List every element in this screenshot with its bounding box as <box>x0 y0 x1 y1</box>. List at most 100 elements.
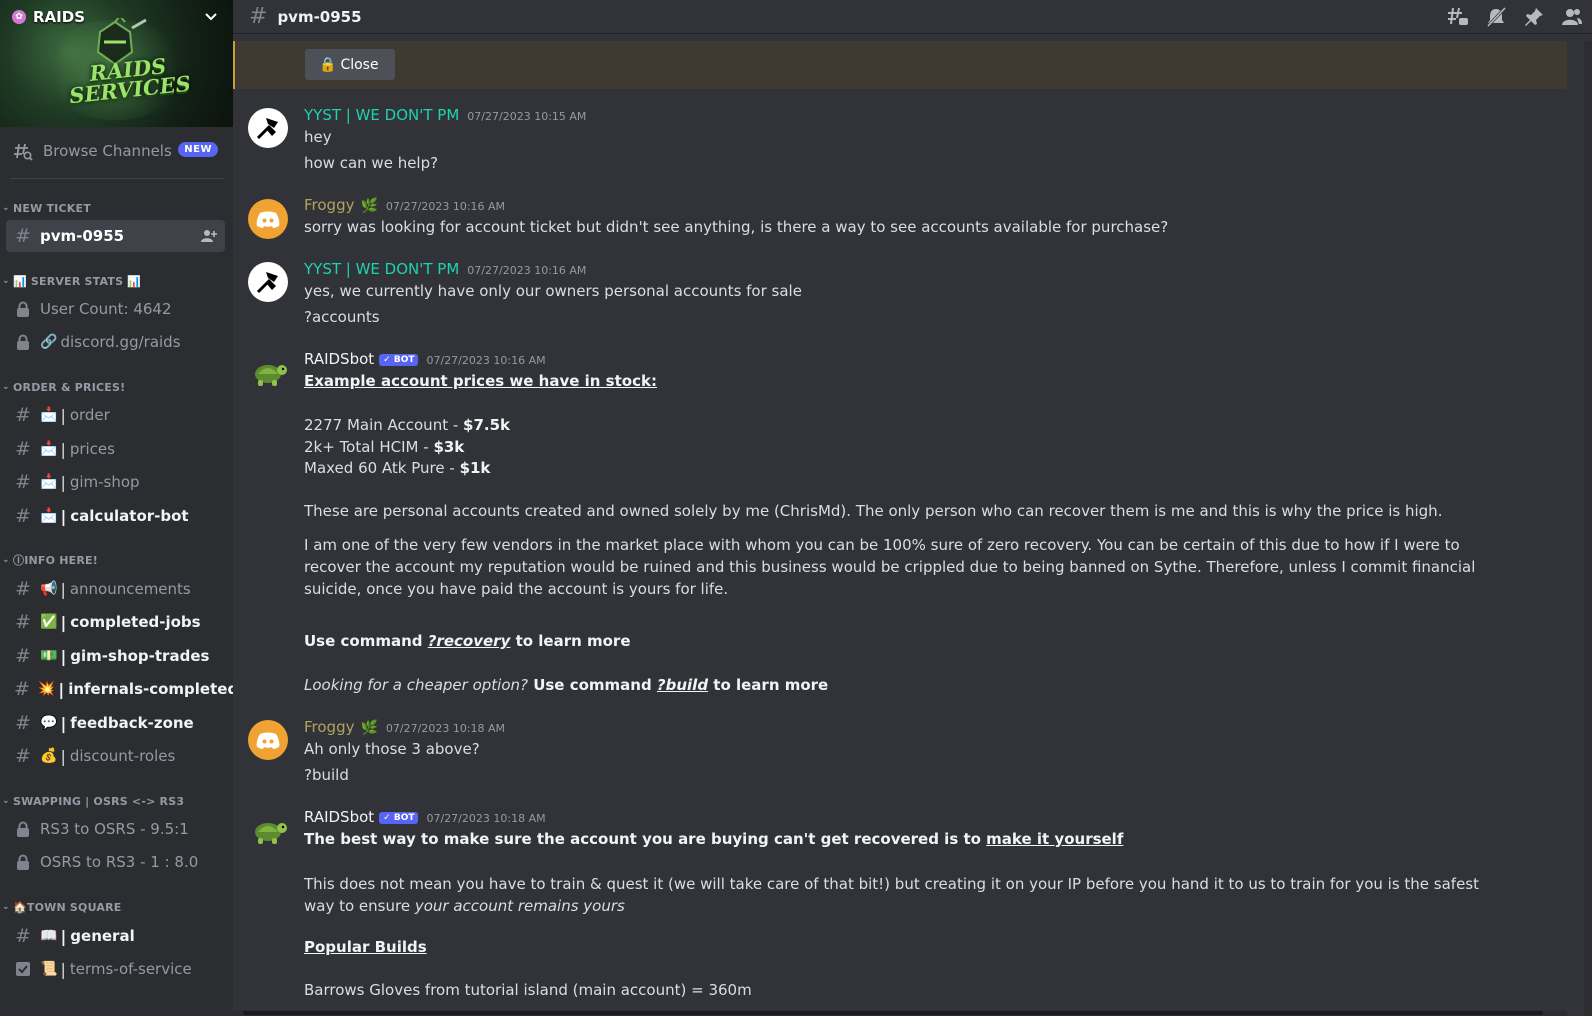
message-header: RAIDSbot ✓ BOT 07/27/2023 10:16 AM <box>304 350 546 368</box>
username[interactable]: RAIDSbot <box>304 350 374 368</box>
lock-emoji-icon: 🔒 <box>319 56 337 73</box>
hash-icon: # <box>15 578 31 600</box>
channel-discount-roles[interactable]: # 💰 | discount-roles <box>6 740 225 772</box>
avatar[interactable] <box>248 108 288 148</box>
pipe-separator: | <box>60 506 67 526</box>
category-order-prices[interactable]: ⌄ ORDER & PRICES! <box>0 379 125 395</box>
channel-feedback-zone[interactable]: # 💬 | feedback-zone <box>6 707 225 739</box>
username[interactable]: RAIDSbot <box>304 808 374 826</box>
channel-name: gim-shop <box>69 473 140 491</box>
message: YYST | WE DON'T PM 07/27/2023 10:15 AM h… <box>233 106 1553 176</box>
channel-sidebar: RAIDS SERVICES ✿ RAIDS Browse Channels N… <box>0 0 233 1016</box>
category-town-square[interactable]: ⌄ 🏠 TOWN SQUARE <box>0 899 122 915</box>
pipe-separator: | <box>60 713 67 733</box>
link-emoji-icon: 🔗 <box>40 334 58 350</box>
message-header: RAIDSbot ✓ BOT 07/27/2023 10:18 AM <box>304 808 546 826</box>
category-server-stats[interactable]: ⌄ 📊 SERVER STATS 📊 <box>0 273 141 289</box>
pin-icon[interactable] <box>1522 5 1546 29</box>
build-command-link[interactable]: ?build <box>657 676 708 694</box>
timestamp: 07/27/2023 10:16 AM <box>426 354 546 367</box>
channel-order[interactable]: # 📩 | order <box>6 399 225 431</box>
channel-name: OSRS to RS3 - 1 : 8.0 <box>40 853 199 871</box>
server-header[interactable]: ✿ RAIDS <box>0 0 233 34</box>
channel-pvm-0955[interactable]: # pvm-0955 <box>6 220 225 252</box>
channel-calculator-bot[interactable]: # 📩 | calculator-bot <box>6 500 225 532</box>
command-hint: Looking for a cheaper option? Use comman… <box>304 676 829 694</box>
pipe-separator: | <box>60 746 66 766</box>
close-label: Close <box>340 56 379 73</box>
member-list-icon[interactable] <box>1560 5 1584 29</box>
chevron-down-icon[interactable] <box>203 8 219 24</box>
channel-name: completed-jobs <box>70 613 201 631</box>
sidebar-divider <box>10 178 224 179</box>
speech-bubble-emoji-icon: 💬 <box>40 715 58 731</box>
category-new-ticket[interactable]: ⌄ NEW TICKET <box>0 200 91 216</box>
message-text: This does not mean you have to train & q… <box>304 875 1480 915</box>
username[interactable]: Froggy <box>304 718 354 736</box>
channel-terms-of-service[interactable]: 📜 | terms-of-service <box>6 953 225 985</box>
channel-name: discord.gg/raids <box>60 333 181 351</box>
channel-infernals-completed[interactable]: # 💥 | infernals-completed <box>6 673 233 705</box>
recovery-command-link[interactable]: ?recovery <box>428 632 511 650</box>
avatar[interactable] <box>248 810 288 850</box>
category-info-here[interactable]: ⌄ ⓘ INFO HERE! <box>0 552 98 568</box>
hash-icon: # <box>14 678 30 700</box>
username[interactable]: YYST | WE DON'T PM <box>304 106 459 124</box>
avatar[interactable] <box>248 262 288 302</box>
axe-avatar-icon <box>256 118 278 140</box>
moneybag-emoji-icon: 💰 <box>40 748 58 764</box>
envelope-emoji-icon: 📩 <box>40 407 58 423</box>
channel-prices[interactable]: # 📩 | prices <box>6 433 225 465</box>
message-text: ?accounts <box>304 308 380 326</box>
channel-name: feedback-zone <box>70 714 194 732</box>
add-member-icon[interactable] <box>201 229 217 243</box>
vertical-scrollbar[interactable] <box>1584 41 1592 1016</box>
channel-osrs-to-rs3[interactable]: OSRS to RS3 - 1 : 8.0 <box>6 846 225 878</box>
channel-name: RS3 to OSRS - 9.5:1 <box>40 820 189 838</box>
avatar[interactable] <box>248 720 288 760</box>
scrollbar-thumb[interactable] <box>243 1011 1543 1015</box>
channel-general[interactable]: # 📖 | general <box>6 920 225 952</box>
message: RAIDSbot ✓ BOT 07/27/2023 10:16 AM Examp… <box>233 350 1553 710</box>
horizontal-scrollbar[interactable] <box>233 1010 1567 1016</box>
pipe-separator: | <box>60 579 66 599</box>
nitro-leaf-icon: 🌿 <box>360 720 378 736</box>
chevron-down-icon: ⌄ <box>2 902 10 912</box>
browse-channels-button[interactable]: Browse Channels NEW <box>6 134 226 168</box>
price-line: Maxed 60 Atk Pure - $1k <box>304 459 491 477</box>
message-text: yes, we currently have only our owners p… <box>304 282 802 300</box>
channel-announcements[interactable]: # 📢 | announcements <box>6 573 225 605</box>
message: Froggy 🌿 07/27/2023 10:16 AM sorry was l… <box>233 196 1553 244</box>
channel-name: gim-shop-trades <box>70 647 210 665</box>
chevron-down-icon: ⌄ <box>2 382 10 392</box>
envelope-emoji-icon: 📩 <box>40 441 58 457</box>
message-text: Barrows Gloves from tutorial island (mai… <box>304 981 752 999</box>
close-ticket-button[interactable]: 🔒 Close <box>305 49 395 80</box>
avatar[interactable] <box>248 199 288 239</box>
channel-completed-jobs[interactable]: # ✅ | completed-jobs <box>6 606 225 638</box>
make-it-yourself-link[interactable]: make it yourself <box>986 830 1123 848</box>
threads-icon[interactable] <box>1446 5 1470 29</box>
channel-gim-shop-trades[interactable]: # 💵 | gim-shop-trades <box>6 640 225 672</box>
message-text: I am one of the very few vendors in the … <box>304 536 1476 598</box>
info-emoji-icon: ⓘ <box>13 554 25 567</box>
hash-icon: # <box>15 611 31 633</box>
megaphone-emoji-icon: 📢 <box>40 581 58 597</box>
channel-rs3-to-osrs[interactable]: RS3 to OSRS - 9.5:1 <box>6 813 225 845</box>
pipe-separator: | <box>60 646 67 666</box>
avatar[interactable] <box>248 352 288 392</box>
command-hint: Use command ?recovery to learn more <box>304 632 631 650</box>
message-text: These are personal accounts created and … <box>304 502 1443 520</box>
price-line: 2k+ Total HCIM - $3k <box>304 438 465 456</box>
category-swapping[interactable]: ⌄ SWAPPING | OSRS <-> RS3 <box>0 793 184 809</box>
username[interactable]: Froggy <box>304 196 354 214</box>
hash-icon: # <box>15 404 31 426</box>
timestamp: 07/27/2023 10:15 AM <box>467 110 587 123</box>
channel-user-count[interactable]: User Count: 4642 <box>6 293 225 325</box>
username[interactable]: YYST | WE DON'T PM <box>304 260 459 278</box>
axe-avatar-icon <box>256 272 278 294</box>
mute-bell-icon[interactable] <box>1484 5 1508 29</box>
message-header: YYST | WE DON'T PM 07/27/2023 10:15 AM <box>304 106 586 124</box>
channel-gim-shop[interactable]: # 📩 | gim-shop <box>6 466 225 498</box>
channel-discord-link[interactable]: 🔗 discord.gg/raids <box>6 326 225 358</box>
